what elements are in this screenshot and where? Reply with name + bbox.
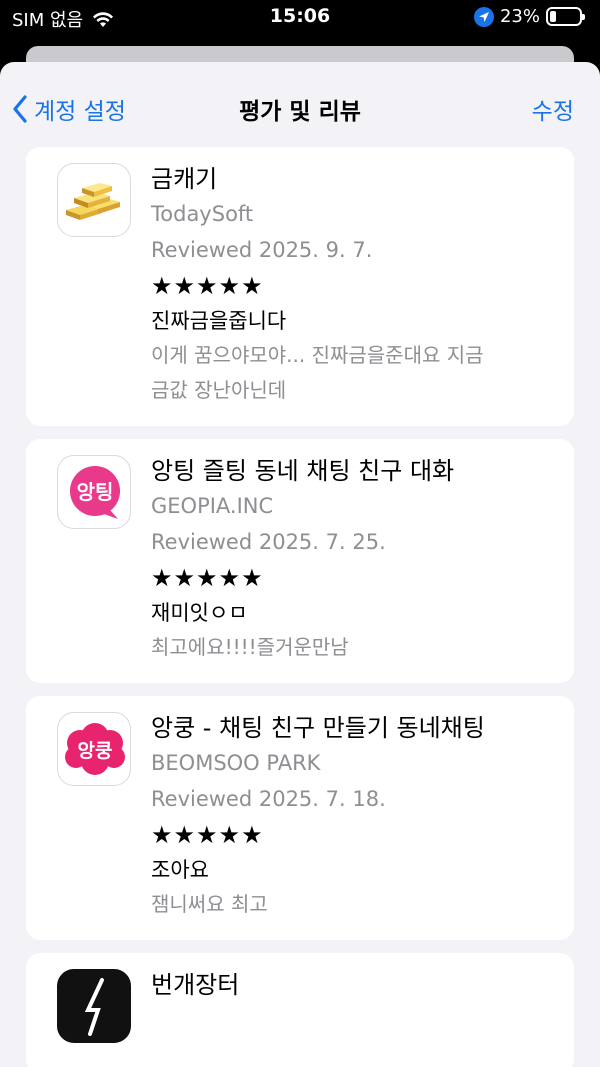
icon-label: 앙팅 — [77, 480, 114, 504]
gold-bars-icon[interactable] — [57, 163, 131, 237]
review-date: Reviewed 2025. 9. 7. — [151, 238, 373, 262]
developer-name: BEOMSOO PARK — [151, 751, 321, 775]
navigation-bar: 계정 설정 평가 및 리뷰 수정 — [0, 62, 600, 154]
star-rating: ★★★★★ — [151, 272, 264, 300]
battery-icon — [546, 7, 585, 26]
review-list: 금캐기 TodaySoft Reviewed 2025. 9. 7. ★★★★★… — [26, 147, 574, 1067]
app-name: 앙쿵 - 채팅 친구 만들기 동네채팅 — [151, 714, 485, 742]
pink-cloud-icon[interactable]: 앙쿵 — [57, 712, 131, 786]
chevron-left-icon — [13, 95, 27, 123]
review-card[interactable]: 금캐기 TodaySoft Reviewed 2025. 9. 7. ★★★★★… — [26, 147, 574, 426]
location-arrow-icon — [473, 6, 494, 27]
app-name: 금캐기 — [151, 165, 218, 193]
review-body-line: 잼니써요 최고 — [151, 892, 268, 916]
dark-app-icon[interactable] — [57, 969, 131, 1043]
review-title: 진짜금을줍니다 — [151, 309, 287, 333]
review-card[interactable]: 번개장터 — [26, 953, 574, 1067]
star-rating: ★★★★★ — [151, 821, 264, 849]
review-card[interactable]: 앙팅 앙팅 즐팅 동네 채팅 친구 대화 GEOPIA.INC Reviewed… — [26, 439, 574, 683]
review-body-line: 최고에요!!!!즐거운만남 — [151, 635, 349, 659]
app-name: 번개장터 — [151, 971, 240, 999]
pink-bubble-icon[interactable]: 앙팅 — [57, 455, 131, 529]
icon-label: 앙쿵 — [78, 740, 113, 762]
back-button[interactable]: 계정 설정 — [12, 92, 126, 126]
review-card[interactable]: 앙쿵 앙쿵 - 채팅 친구 만들기 동네채팅 BEOMSOO PARK Revi… — [26, 696, 574, 940]
battery-percent: 23% — [499, 6, 540, 27]
developer-name: TodaySoft — [151, 202, 254, 226]
status-right: 23% — [473, 6, 585, 27]
app-name: 앙팅 즐팅 동네 채팅 친구 대화 — [151, 457, 455, 485]
status-bar: SIM 없음 15:06 23% — [0, 0, 600, 34]
review-title: 재미잇ㅇㅁ — [151, 601, 248, 625]
battery-level — [550, 11, 556, 22]
review-title: 조아요 — [151, 858, 209, 882]
review-body-line: 금값 장난아닌데 — [151, 378, 287, 402]
review-body-line: 이게 꿈으야모야... 진짜금을준대요 지금 — [151, 343, 484, 367]
review-date: Reviewed 2025. 7. 18. — [151, 787, 386, 811]
star-rating: ★★★★★ — [151, 564, 264, 592]
edit-button[interactable]: 수정 — [532, 92, 574, 126]
review-date: Reviewed 2025. 7. 25. — [151, 530, 386, 554]
back-label: 계정 설정 — [34, 99, 126, 125]
developer-name: GEOPIA.INC — [151, 494, 274, 518]
